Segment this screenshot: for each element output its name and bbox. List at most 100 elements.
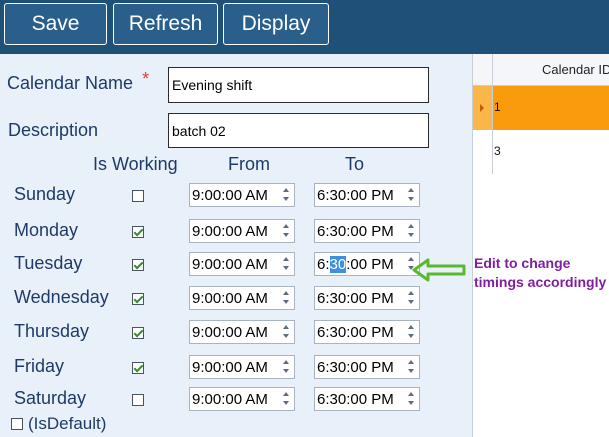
from-time-value: 9:00:00 AM <box>192 256 268 273</box>
spinner-down-icon[interactable] <box>283 266 289 270</box>
from-time-spinner-wednesday[interactable]: 9:00:00 AM <box>189 286 295 310</box>
spinner-arrows-icon[interactable] <box>405 221 418 241</box>
from-time-spinner-saturday[interactable]: 9:00:00 AM <box>189 387 295 411</box>
refresh-button[interactable]: Refresh <box>113 3 218 45</box>
to-time-value: 6:30:00 PM <box>317 256 394 273</box>
spinner-arrows-icon[interactable] <box>405 185 418 205</box>
to-time-value: 6:30:00 PM <box>317 290 394 307</box>
spinner-arrows-icon[interactable] <box>280 322 293 342</box>
col-header-from: From <box>228 154 270 174</box>
is-working-checkbox-sunday[interactable] <box>132 190 144 202</box>
spinner-up-icon[interactable] <box>283 257 289 261</box>
spinner-down-icon[interactable] <box>408 369 414 373</box>
spinner-up-icon[interactable] <box>283 224 289 228</box>
annotation-line-1: Edit to change <box>474 255 571 271</box>
spinner-up-icon[interactable] <box>408 188 414 192</box>
spinner-up-icon[interactable] <box>283 325 289 329</box>
col-header-is-working: Is Working <box>93 154 178 174</box>
grid-header-calendar-id[interactable]: Calendar ID <box>542 62 609 77</box>
time-segment: :00 PM <box>346 256 394 273</box>
save-button[interactable]: Save <box>4 3 107 45</box>
is-working-checkbox-monday[interactable] <box>132 226 144 238</box>
is-working-checkbox-thursday[interactable] <box>132 327 144 339</box>
to-time-value: 6:30:00 PM <box>317 324 394 341</box>
spinner-down-icon[interactable] <box>408 334 414 338</box>
from-time-value: 9:00:00 AM <box>192 324 268 341</box>
to-time-spinner-tuesday[interactable]: 6:30:00 PM <box>314 252 420 276</box>
is-default-label: (IsDefault) <box>28 414 107 433</box>
calendar-name-input[interactable]: Evening shift <box>168 67 429 103</box>
to-time-spinner-sunday[interactable]: 6:30:00 PM <box>314 183 420 207</box>
spinner-down-icon[interactable] <box>408 401 414 405</box>
calendar-form: Calendar Name * Evening shift Descriptio… <box>0 54 472 437</box>
day-label-friday: Friday <box>14 356 65 376</box>
spinner-down-icon[interactable] <box>408 197 414 201</box>
current-row-arrow-icon <box>480 104 484 112</box>
spinner-down-icon[interactable] <box>283 369 289 373</box>
spinner-up-icon[interactable] <box>408 392 414 396</box>
spinner-arrows-icon[interactable] <box>280 389 293 409</box>
to-time-spinner-friday[interactable]: 6:30:00 PM <box>314 355 420 379</box>
description-label: Description <box>8 120 99 140</box>
spinner-down-icon[interactable] <box>408 233 414 237</box>
spinner-arrows-icon[interactable] <box>405 357 418 377</box>
row-indicator <box>473 130 493 174</box>
toolbar: Save Refresh Display <box>0 0 609 54</box>
table-row[interactable]: 1 <box>473 86 609 130</box>
table-row[interactable]: 3 <box>473 130 609 174</box>
spinner-up-icon[interactable] <box>408 360 414 364</box>
description-input[interactable]: batch 02 <box>168 113 429 148</box>
annotation-note: Edit to change timings accordingly <box>474 254 606 292</box>
from-time-spinner-tuesday[interactable]: 9:00:00 AM <box>189 252 295 276</box>
spinner-up-icon[interactable] <box>283 291 289 295</box>
spinner-arrows-icon[interactable] <box>405 389 418 409</box>
is-working-checkbox-saturday[interactable] <box>132 394 144 406</box>
spinner-up-icon[interactable] <box>408 224 414 228</box>
to-time-spinner-thursday[interactable]: 6:30:00 PM <box>314 320 420 344</box>
spinner-arrows-icon[interactable] <box>280 185 293 205</box>
grid-header-row: Calendar ID <box>473 54 609 86</box>
is-working-checkbox-friday[interactable] <box>132 362 144 374</box>
from-time-value: 9:00:00 AM <box>192 223 268 240</box>
from-time-value: 9:00:00 AM <box>192 290 268 307</box>
spinner-arrows-icon[interactable] <box>280 254 293 274</box>
to-time-spinner-saturday[interactable]: 6:30:00 PM <box>314 387 420 411</box>
spinner-arrows-icon[interactable] <box>405 322 418 342</box>
spinner-up-icon[interactable] <box>283 188 289 192</box>
spinner-up-icon[interactable] <box>283 392 289 396</box>
time-segment: 6: <box>317 256 330 273</box>
is-working-checkbox-tuesday[interactable] <box>132 259 144 271</box>
from-time-spinner-sunday[interactable]: 9:00:00 AM <box>189 183 295 207</box>
from-time-spinner-friday[interactable]: 9:00:00 AM <box>189 355 295 379</box>
spinner-up-icon[interactable] <box>408 325 414 329</box>
calendar-name-label: Calendar Name * <box>7 69 149 94</box>
from-time-spinner-thursday[interactable]: 9:00:00 AM <box>189 320 295 344</box>
spinner-down-icon[interactable] <box>283 197 289 201</box>
spinner-down-icon[interactable] <box>283 233 289 237</box>
spinner-arrows-icon[interactable] <box>405 288 418 308</box>
day-label-saturday: Saturday <box>14 388 87 408</box>
to-time-value: 6:30:00 PM <box>317 359 394 376</box>
spinner-down-icon[interactable] <box>283 334 289 338</box>
row-indicator <box>473 86 493 130</box>
day-label-tuesday: Tuesday <box>14 253 83 273</box>
to-time-value: 6:30:00 PM <box>317 187 394 204</box>
spinner-arrows-icon[interactable] <box>280 288 293 308</box>
display-button[interactable]: Display <box>223 3 329 45</box>
col-header-to: To <box>345 154 365 174</box>
calendar-name-label-text: Calendar Name <box>7 73 134 93</box>
to-time-spinner-monday[interactable]: 6:30:00 PM <box>314 219 420 243</box>
annotation-arrow-icon <box>412 258 466 282</box>
from-time-spinner-monday[interactable]: 9:00:00 AM <box>189 219 295 243</box>
is-working-checkbox-wednesday[interactable] <box>132 293 144 305</box>
to-time-spinner-wednesday[interactable]: 6:30:00 PM <box>314 286 420 310</box>
spinner-up-icon[interactable] <box>283 360 289 364</box>
spinner-up-icon[interactable] <box>408 291 414 295</box>
spinner-arrows-icon[interactable] <box>280 357 293 377</box>
to-time-value: 6:30:00 PM <box>317 223 394 240</box>
is-default-checkbox[interactable] <box>11 418 23 430</box>
spinner-arrows-icon[interactable] <box>280 221 293 241</box>
spinner-down-icon[interactable] <box>283 401 289 405</box>
spinner-down-icon[interactable] <box>408 300 414 304</box>
spinner-down-icon[interactable] <box>283 300 289 304</box>
